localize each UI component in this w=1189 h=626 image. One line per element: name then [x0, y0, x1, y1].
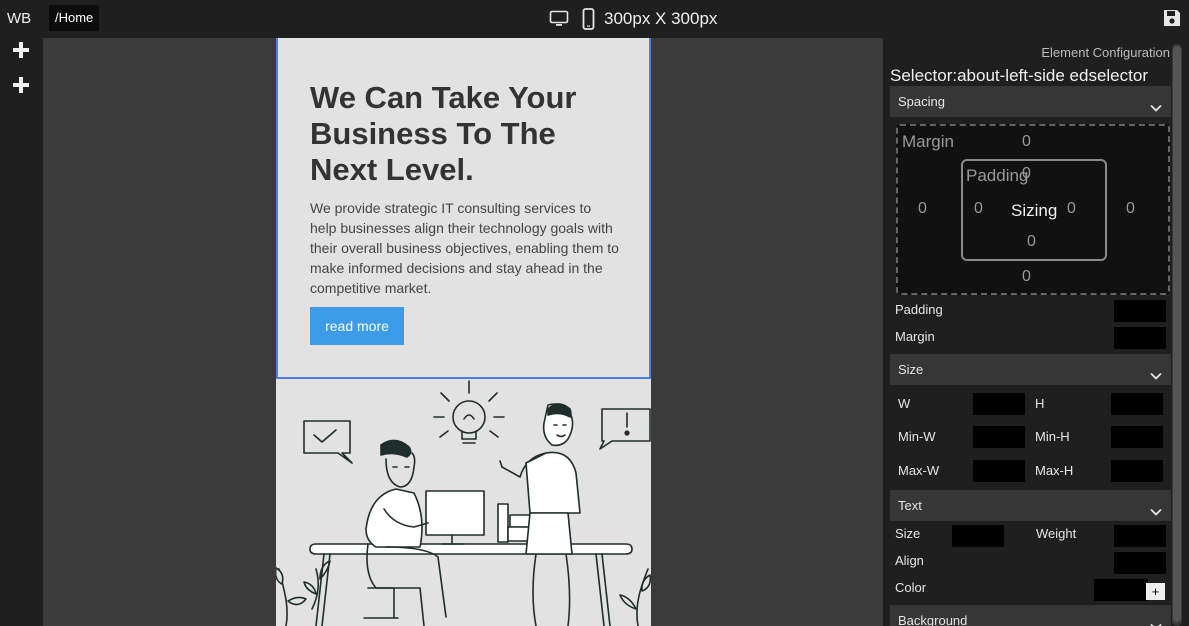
width-input[interactable] [973, 393, 1025, 415]
text-section-header[interactable]: Text [890, 490, 1171, 521]
max-height-input[interactable] [1111, 460, 1163, 482]
page-builder-app: WB /Home 300px X 300px We Can Take Your … [0, 0, 1189, 626]
team-illustration[interactable] [274, 379, 652, 626]
chevron-down-icon [1149, 499, 1163, 516]
top-bar: WB /Home 300px X 300px [0, 0, 1189, 38]
padding-row-label: Padding [895, 302, 943, 317]
chevron-down-icon [1149, 95, 1163, 112]
min-width-label: Min-W [898, 429, 936, 444]
text-color-label: Color [895, 580, 927, 595]
padding-right-value[interactable]: 0 [1067, 200, 1076, 218]
font-size-label: Size [895, 526, 921, 541]
device-switcher: 300px X 300px [548, 7, 717, 31]
plus-icon [12, 76, 30, 99]
sizing-label: Sizing [1011, 201, 1058, 220]
padding-bottom-value[interactable]: 0 [1027, 233, 1036, 251]
scrollbar-thumb[interactable] [1173, 46, 1181, 622]
margin-row-label: Margin [895, 329, 935, 344]
mobile-icon[interactable] [580, 7, 596, 31]
desktop-icon[interactable] [548, 7, 570, 31]
plus-icon [12, 41, 30, 64]
margin-right-value[interactable]: 0 [1126, 200, 1135, 218]
size-section-label: Size [898, 362, 924, 377]
margin-bottom-value[interactable]: 0 [1022, 268, 1031, 286]
about-left-side[interactable]: We Can Take Your Business To The Next Le… [276, 38, 651, 379]
add-color-button[interactable]: + [1146, 583, 1165, 600]
text-section-label: Text [898, 498, 922, 513]
chevron-down-icon [1149, 363, 1163, 380]
text-align-input[interactable] [1114, 552, 1166, 574]
panel-scrollbar[interactable] [1172, 44, 1182, 626]
selector-value: about-left-side edselector [957, 66, 1148, 85]
panel-title: Element Configuration [1041, 45, 1170, 60]
font-size-input[interactable] [952, 525, 1004, 547]
min-height-label: Min-H [1035, 429, 1070, 444]
padding-left-value[interactable]: 0 [974, 200, 983, 218]
app-logo[interactable]: WB [7, 10, 31, 27]
height-label: H [1035, 396, 1045, 411]
margin-input[interactable] [1114, 327, 1166, 349]
padding-box: Padding 0 0 0 0 Sizing [961, 159, 1107, 261]
add-element-button[interactable] [11, 41, 31, 64]
selector-display: Selector:about-left-side edselector [890, 66, 1148, 86]
height-input[interactable] [1111, 393, 1163, 415]
padding-label: Padding [966, 166, 1029, 185]
min-width-input[interactable] [973, 426, 1025, 448]
design-canvas: We Can Take Your Business To The Next Le… [43, 38, 883, 626]
box-model-editor: Margin 0 0 0 0 Padding 0 0 0 0 Sizing [896, 124, 1170, 295]
left-toolbar [0, 38, 43, 626]
width-label: W [898, 396, 911, 411]
font-weight-label: Weight [1036, 526, 1077, 541]
route-selector[interactable]: /Home [49, 5, 100, 31]
selector-label: Selector: [890, 66, 958, 85]
min-height-input[interactable] [1111, 426, 1163, 448]
margin-label: Margin [902, 132, 954, 151]
chevron-down-icon [1149, 614, 1163, 626]
background-section-header[interactable]: Background [890, 605, 1171, 626]
font-weight-input[interactable] [1114, 525, 1166, 547]
size-section-header[interactable]: Size [890, 354, 1171, 385]
read-more-button[interactable]: read more [310, 307, 404, 345]
padding-input[interactable] [1114, 300, 1166, 322]
padding-top-value[interactable]: 0 [1022, 165, 1031, 183]
text-align-label: Align [895, 553, 924, 568]
element-config-panel: Element Configuration Selector:about-lef… [883, 38, 1189, 626]
hero-headline[interactable]: We Can Take Your Business To The Next Le… [310, 80, 630, 188]
page-preview-frame: We Can Take Your Business To The Next Le… [274, 38, 652, 626]
background-section-label: Background [898, 613, 968, 626]
max-width-label: Max-W [898, 463, 940, 478]
max-width-input[interactable] [973, 460, 1025, 482]
add-section-button[interactable] [11, 76, 31, 99]
spacing-section-header[interactable]: Spacing [890, 86, 1171, 117]
hero-paragraph[interactable]: We provide strategic IT consulting servi… [310, 198, 620, 298]
text-color-input[interactable] [1094, 579, 1148, 601]
margin-left-value[interactable]: 0 [918, 200, 927, 218]
margin-top-value[interactable]: 0 [1022, 133, 1031, 151]
max-height-label: Max-H [1035, 463, 1074, 478]
spacing-section-label: Spacing [898, 94, 945, 109]
save-icon[interactable] [1161, 7, 1183, 29]
canvas-dimensions: 300px X 300px [604, 9, 718, 28]
